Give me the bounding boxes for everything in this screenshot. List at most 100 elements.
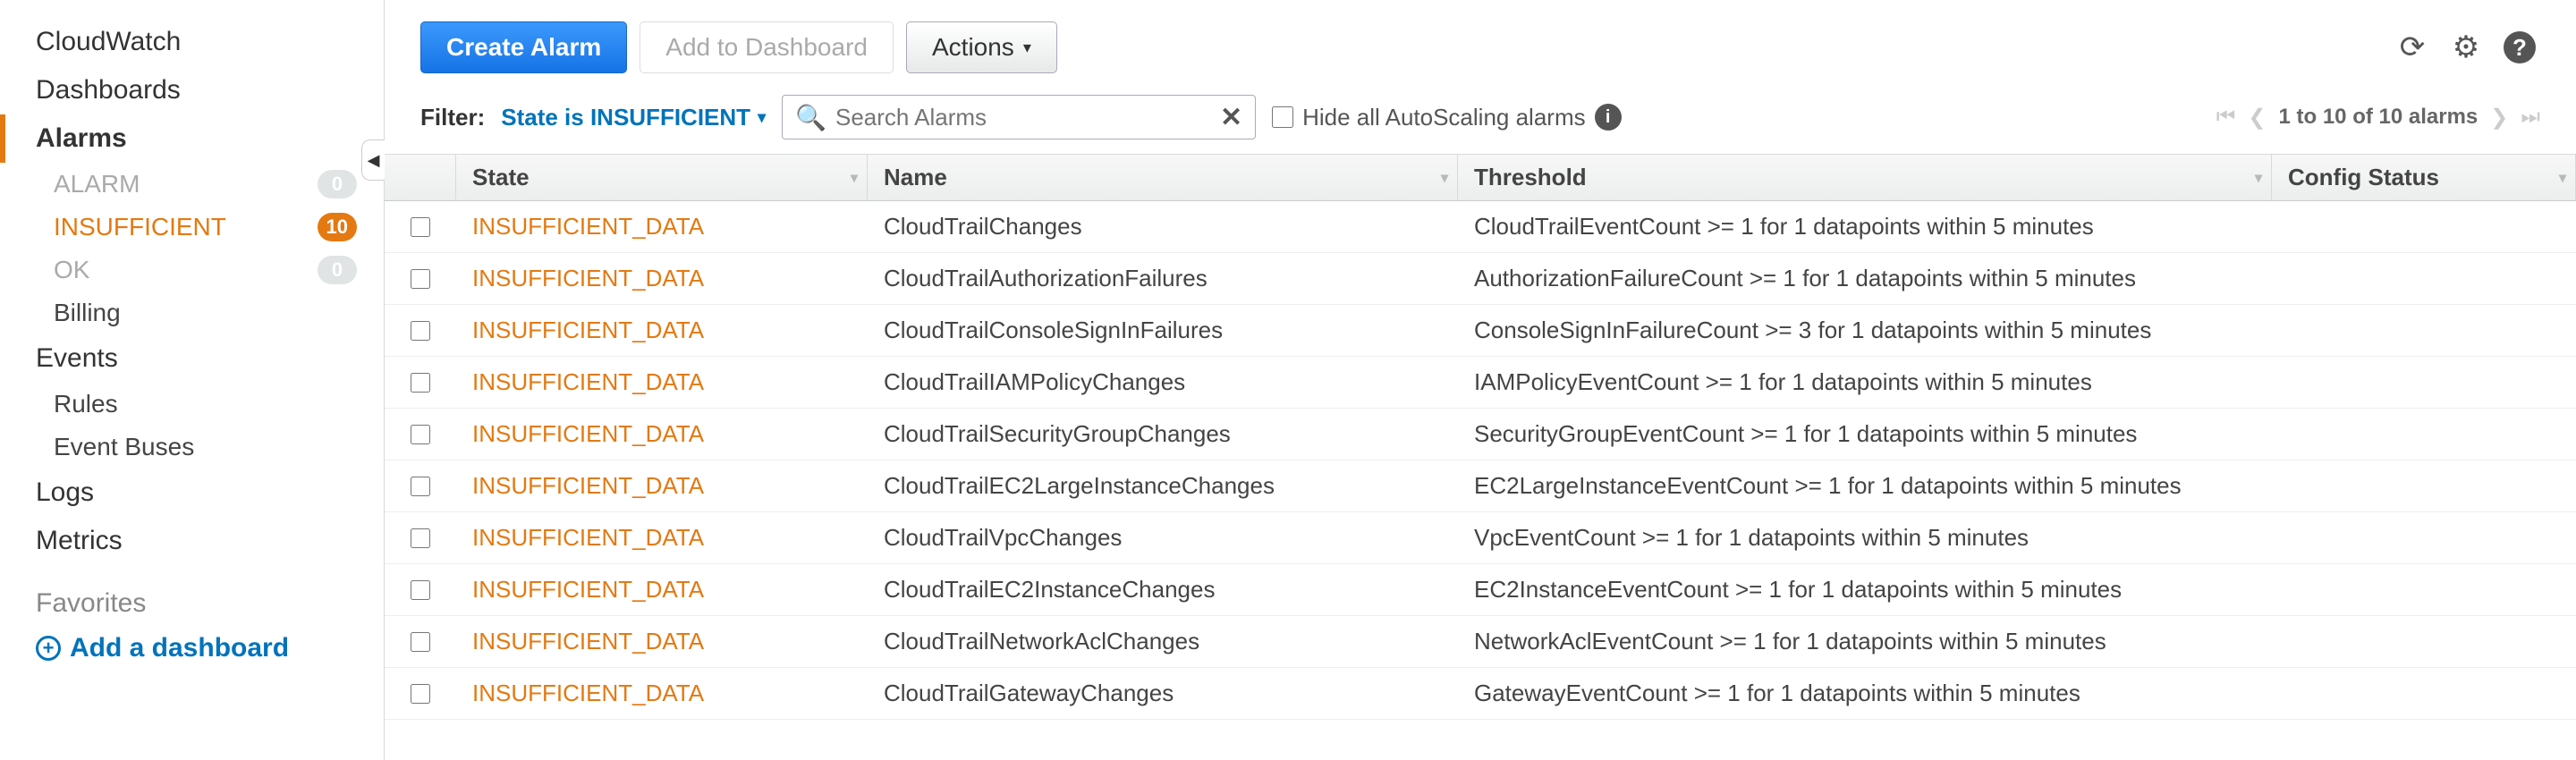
row-name-cell[interactable]: CloudTrailEC2LargeInstanceChanges (868, 460, 1458, 511)
row-checkbox-cell[interactable] (385, 357, 456, 408)
row-checkbox-cell[interactable] (385, 253, 456, 304)
row-checkbox[interactable] (411, 321, 430, 341)
row-config-cell (2272, 357, 2576, 408)
table-row[interactable]: INSUFFICIENT_DATACloudTrailSecurityGroup… (385, 409, 2576, 460)
sidebar-item-billing[interactable]: Billing (0, 291, 384, 334)
sidebar-item-alarms[interactable]: Alarms (0, 114, 384, 163)
row-threshold-cell: EC2LargeInstanceEventCount >= 1 for 1 da… (1458, 460, 2272, 511)
row-checkbox[interactable] (411, 269, 430, 289)
state-filter-dropdown[interactable]: State is INSUFFICIENT ▾ (501, 104, 766, 131)
chevron-left-icon: ◀ (368, 151, 380, 170)
search-input-wrap[interactable]: 🔍 ✕ (782, 95, 1256, 139)
row-checkbox-cell[interactable] (385, 201, 456, 252)
table-row[interactable]: INSUFFICIENT_DATACloudTrailAuthorization… (385, 253, 2576, 305)
sidebar-item-cloudwatch[interactable]: CloudWatch (0, 18, 384, 66)
row-checkbox[interactable] (411, 580, 430, 600)
row-checkbox[interactable] (411, 425, 430, 444)
alarms-table: State▾ Name▾ Threshold▾ Config Status▾ I… (385, 154, 2576, 720)
sidebar-item-alarm-state-insufficient[interactable]: INSUFFICIENT 10 (0, 206, 384, 249)
state-text: INSUFFICIENT_DATA (472, 213, 704, 241)
hide-autoscaling-checkbox-wrap[interactable]: Hide all AutoScaling alarms i (1272, 104, 1622, 131)
row-name-cell[interactable]: CloudTrailGatewayChanges (868, 668, 1458, 719)
table-row[interactable]: INSUFFICIENT_DATACloudTrailEC2LargeInsta… (385, 460, 2576, 512)
select-all-header[interactable] (385, 155, 456, 200)
row-checkbox-cell[interactable] (385, 564, 456, 615)
row-name-cell[interactable]: CloudTrailSecurityGroupChanges (868, 409, 1458, 460)
pager-first-button[interactable]: ⏮ (2216, 105, 2236, 130)
column-header-name[interactable]: Name▾ (868, 155, 1458, 200)
row-checkbox-cell[interactable] (385, 512, 456, 563)
row-state-cell: INSUFFICIENT_DATA (456, 357, 868, 408)
header-label: Threshold (1474, 164, 1587, 191)
row-config-cell (2272, 460, 2576, 511)
state-filter-text: State is INSUFFICIENT (501, 104, 750, 131)
sidebar-item-dashboards[interactable]: Dashboards (0, 66, 384, 114)
row-name-cell[interactable]: CloudTrailChanges (868, 201, 1458, 252)
table-row[interactable]: INSUFFICIENT_DATACloudTrailConsoleSignIn… (385, 305, 2576, 357)
hide-autoscaling-checkbox[interactable] (1272, 106, 1293, 128)
row-threshold-cell: CloudTrailEventCount >= 1 for 1 datapoin… (1458, 201, 2272, 252)
pager-prev-button[interactable]: ❮ (2248, 105, 2266, 131)
row-checkbox[interactable] (411, 684, 430, 704)
row-name-cell[interactable]: CloudTrailAuthorizationFailures (868, 253, 1458, 304)
sidebar-item-label: Dashboards (36, 75, 181, 106)
sidebar-item-label: Logs (36, 477, 94, 508)
row-checkbox[interactable] (411, 217, 430, 237)
pager-text: 1 to 10 of 10 alarms (2279, 105, 2479, 130)
sidebar-item-metrics[interactable]: Metrics (0, 517, 384, 565)
row-name-cell[interactable]: CloudTrailConsoleSignInFailures (868, 305, 1458, 356)
sidebar-item-events[interactable]: Events (0, 334, 384, 383)
row-threshold-cell: VpcEventCount >= 1 for 1 datapoints with… (1458, 512, 2272, 563)
table-row[interactable]: INSUFFICIENT_DATACloudTrailNetworkAclCha… (385, 616, 2576, 668)
table-header-row: State▾ Name▾ Threshold▾ Config Status▾ (385, 155, 2576, 201)
sort-icon: ▾ (1441, 169, 1448, 187)
row-name-cell[interactable]: CloudTrailEC2InstanceChanges (868, 564, 1458, 615)
table-row[interactable]: INSUFFICIENT_DATACloudTrailVpcChangesVpc… (385, 512, 2576, 564)
row-name-cell[interactable]: CloudTrailIAMPolicyChanges (868, 357, 1458, 408)
row-name-cell[interactable]: CloudTrailVpcChanges (868, 512, 1458, 563)
row-checkbox[interactable] (411, 632, 430, 652)
sidebar-item-alarm-state-ok[interactable]: OK 0 (0, 249, 384, 291)
row-config-cell (2272, 668, 2576, 719)
pager-next-button[interactable]: ❯ (2490, 105, 2508, 131)
row-threshold-cell: EC2InstanceEventCount >= 1 for 1 datapoi… (1458, 564, 2272, 615)
table-row[interactable]: INSUFFICIENT_DATA CloudTrailChangesCloudT… (385, 201, 2576, 253)
row-threshold-cell: IAMPolicyEventCount >= 1 for 1 datapoint… (1458, 357, 2272, 408)
create-alarm-button[interactable]: Create Alarm (420, 21, 627, 73)
table-row[interactable]: INSUFFICIENT_DATACloudTrailIAMPolicyChan… (385, 357, 2576, 409)
refresh-button[interactable]: ⟳ (2392, 27, 2433, 68)
row-checkbox[interactable] (411, 528, 430, 548)
add-dashboard-link[interactable]: + Add a dashboard (0, 628, 384, 672)
row-checkbox[interactable] (411, 477, 430, 496)
help-button[interactable]: ? (2499, 27, 2540, 68)
actions-dropdown-button[interactable]: Actions ▾ (906, 21, 1057, 73)
header-label: State (472, 164, 530, 191)
row-checkbox[interactable] (411, 373, 430, 393)
row-config-cell (2272, 512, 2576, 563)
table-row[interactable]: INSUFFICIENT_DATACloudTrailEC2InstanceCh… (385, 564, 2576, 616)
row-checkbox-cell[interactable] (385, 305, 456, 356)
column-header-threshold[interactable]: Threshold▾ (1458, 155, 2272, 200)
row-name-cell[interactable]: CloudTrailNetworkAclChanges (868, 616, 1458, 667)
column-header-config[interactable]: Config Status▾ (2272, 155, 2576, 200)
filter-bar: Filter: State is INSUFFICIENT ▾ 🔍 ✕ Hide… (385, 89, 2576, 154)
table-row[interactable]: INSUFFICIENT_DATACloudTrailGatewayChange… (385, 668, 2576, 720)
row-checkbox-cell[interactable] (385, 616, 456, 667)
row-checkbox-cell[interactable] (385, 460, 456, 511)
clear-search-button[interactable]: ✕ (1220, 102, 1242, 133)
chevron-right-icon: ❯ (2490, 106, 2508, 130)
hide-autoscaling-label: Hide all AutoScaling alarms (1302, 104, 1586, 131)
sidebar-item-logs[interactable]: Logs (0, 469, 384, 517)
pager-last-button[interactable]: ⏭ (2521, 105, 2540, 130)
sidebar-item-event-buses[interactable]: Event Buses (0, 426, 384, 469)
row-checkbox-cell[interactable] (385, 409, 456, 460)
row-checkbox-cell[interactable] (385, 668, 456, 719)
info-icon[interactable]: i (1595, 104, 1622, 131)
sidebar-item-alarm-state-alarm[interactable]: ALARM 0 (0, 163, 384, 206)
sidebar-item-rules[interactable]: Rules (0, 383, 384, 426)
column-header-state[interactable]: State▾ (456, 155, 868, 200)
search-input[interactable] (835, 104, 1211, 131)
sidebar-collapse-handle[interactable]: ◀ (361, 139, 385, 181)
settings-button[interactable]: ⚙ (2445, 27, 2487, 68)
plus-circle-icon: + (36, 636, 61, 661)
